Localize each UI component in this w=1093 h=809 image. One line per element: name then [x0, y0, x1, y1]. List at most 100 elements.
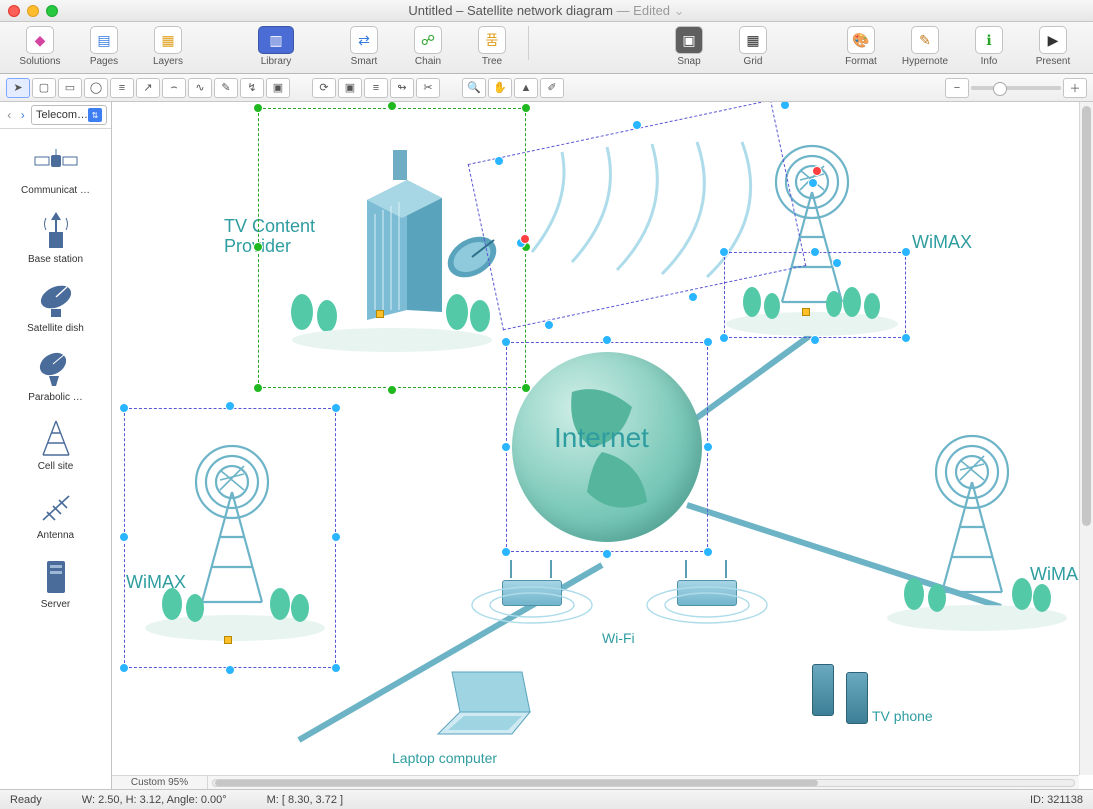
- diagram-canvas[interactable]: Internet: [112, 102, 1072, 782]
- format-label: Format: [845, 56, 877, 67]
- grid-label: Grid: [744, 56, 763, 67]
- sidebar-item-label: Communicat …: [2, 185, 109, 196]
- server-icon: [31, 553, 81, 597]
- tree-icon: 품: [478, 26, 506, 54]
- pen-tool[interactable]: ✎: [214, 78, 238, 98]
- horizontal-bar: Custom 95%: [112, 775, 1079, 789]
- library-selector[interactable]: Telecom… ⇅: [31, 105, 107, 125]
- zoom-readout[interactable]: Custom 95%: [112, 776, 208, 790]
- info-button[interactable]: ℹ Info: [959, 26, 1019, 67]
- pages-icon: ▤: [90, 26, 118, 54]
- tool-group-edit: ⟳ ▣ ≡ ↬ ✂: [312, 78, 440, 98]
- solutions-icon: ◆: [26, 26, 54, 54]
- main-toolbar: ◆ Solutions ▤ Pages ▦ Layers ▥ Library ⇄…: [0, 22, 1093, 74]
- sidebar-item-label: Server: [2, 599, 109, 610]
- library-back-button[interactable]: ‹: [4, 106, 15, 124]
- format-icon: 🎨: [847, 26, 875, 54]
- line-tool[interactable]: ↗: [136, 78, 160, 98]
- smart-button[interactable]: ⇄ Smart: [334, 26, 394, 67]
- sidebar-item-satellite-dish[interactable]: Satellite dish: [0, 271, 111, 340]
- tv-phone-1[interactable]: [812, 664, 834, 716]
- hypernote-label: Hypernote: [902, 56, 948, 67]
- sidebar-item-antenna[interactable]: Antenna: [0, 478, 111, 547]
- chain-label: Chain: [415, 56, 441, 67]
- sample-tool[interactable]: ▲: [514, 78, 538, 98]
- zoom-in-button[interactable]: ＋: [1063, 78, 1087, 98]
- status-ready: Ready: [10, 794, 42, 806]
- toolbar-cluster-library: ▥ Library: [246, 26, 306, 67]
- tv-provider-label: TV Content Provider: [224, 217, 315, 257]
- snap-icon: ▣: [675, 26, 703, 54]
- chain-icon: ☍: [414, 26, 442, 54]
- info-icon: ℹ: [975, 26, 1003, 54]
- minimize-window-button[interactable]: [27, 5, 39, 17]
- hypernote-icon: ✎: [911, 26, 939, 54]
- library-icon: ▥: [258, 26, 294, 54]
- ellipse-tool[interactable]: ◯: [84, 78, 108, 98]
- rect-tool[interactable]: ▭: [58, 78, 82, 98]
- text-tool[interactable]: ≡: [110, 78, 134, 98]
- title-dropdown-icon[interactable]: ⌄: [674, 3, 685, 18]
- sidebar-item-parabolic[interactable]: Parabolic …: [0, 340, 111, 409]
- library-button[interactable]: ▥ Library: [246, 26, 306, 67]
- zoom-slider[interactable]: [971, 86, 1061, 90]
- library-forward-button[interactable]: ›: [18, 106, 29, 124]
- arc-tool[interactable]: ⌢: [162, 78, 186, 98]
- vertical-scroll-thumb[interactable]: [1082, 106, 1091, 526]
- sidebar-item-server[interactable]: Server: [0, 547, 111, 616]
- snap-label: Snap: [677, 56, 700, 67]
- close-window-button[interactable]: [8, 5, 20, 17]
- smart-icon: ⇄: [350, 26, 378, 54]
- sidebar-item-satellite[interactable]: Communicat …: [0, 133, 111, 202]
- canvas-area[interactable]: Internet: [112, 102, 1093, 789]
- pan-tool[interactable]: ✋: [488, 78, 512, 98]
- edited-label: Edited: [633, 3, 670, 18]
- wimax-top-trees: [722, 280, 902, 336]
- library-items: Communicat … Base station Satellite dish…: [0, 129, 111, 789]
- layers-button[interactable]: ▦ Layers: [138, 26, 198, 67]
- join-tool[interactable]: ↬: [390, 78, 414, 98]
- shape-library-sidebar: ‹ › Telecom… ⇅ Communicat … Base station: [0, 102, 112, 789]
- hypernote-button[interactable]: ✎ Hypernote: [895, 26, 955, 67]
- marquee-tool[interactable]: ▢: [32, 78, 56, 98]
- layers-label: Layers: [153, 56, 183, 67]
- grid-button[interactable]: ▦ Grid: [723, 26, 783, 67]
- rotate-tool[interactable]: ⟳: [312, 78, 336, 98]
- zoom-window-button[interactable]: [46, 5, 58, 17]
- wimax-left-label: WiMAX: [126, 572, 186, 593]
- horizontal-scrollbar[interactable]: [212, 779, 1075, 787]
- vertical-scrollbar[interactable]: [1079, 102, 1093, 775]
- sidebar-item-cell-site[interactable]: Cell site: [0, 409, 111, 478]
- curve-tool[interactable]: ∿: [188, 78, 212, 98]
- snap-button[interactable]: ▣ Snap: [659, 26, 719, 67]
- stamp-tool[interactable]: ▣: [266, 78, 290, 98]
- laptop[interactable]: [422, 662, 542, 745]
- internet-label: Internet: [554, 422, 649, 454]
- tool-group-shapes: ➤ ▢ ▭ ◯ ≡ ↗ ⌢ ∿ ✎ ↯ ▣: [6, 78, 290, 98]
- wifi-router-left[interactable]: [492, 562, 572, 612]
- sidebar-item-base-station[interactable]: Base station: [0, 202, 111, 271]
- eyedropper-tool[interactable]: ✐: [540, 78, 564, 98]
- tree-label: Tree: [482, 56, 502, 67]
- wifi-router-right[interactable]: [667, 562, 747, 612]
- tree-button[interactable]: 품 Tree: [462, 26, 522, 67]
- chain-button[interactable]: ☍ Chain: [398, 26, 458, 67]
- sidebar-header: ‹ › Telecom… ⇅: [0, 102, 111, 129]
- workspace: ‹ › Telecom… ⇅ Communicat … Base station: [0, 102, 1093, 789]
- connector-tool[interactable]: ↯: [240, 78, 264, 98]
- pointer-tool[interactable]: ➤: [6, 78, 30, 98]
- dropdown-icon: ⇅: [88, 108, 102, 122]
- zoom-tool[interactable]: 🔍: [462, 78, 486, 98]
- group-tool[interactable]: ▣: [338, 78, 362, 98]
- title-prefix: Untitled: [408, 3, 452, 18]
- sidebar-item-label: Parabolic …: [2, 392, 109, 403]
- zoom-out-button[interactable]: −: [945, 78, 969, 98]
- zoom-controls: − ＋: [945, 78, 1087, 98]
- present-button[interactable]: ▶ Present: [1023, 26, 1083, 67]
- align-tool[interactable]: ≡: [364, 78, 388, 98]
- solutions-button[interactable]: ◆ Solutions: [10, 26, 70, 67]
- tv-phone-2[interactable]: [846, 672, 868, 724]
- format-button[interactable]: 🎨 Format: [831, 26, 891, 67]
- split-tool[interactable]: ✂: [416, 78, 440, 98]
- pages-button[interactable]: ▤ Pages: [74, 26, 134, 67]
